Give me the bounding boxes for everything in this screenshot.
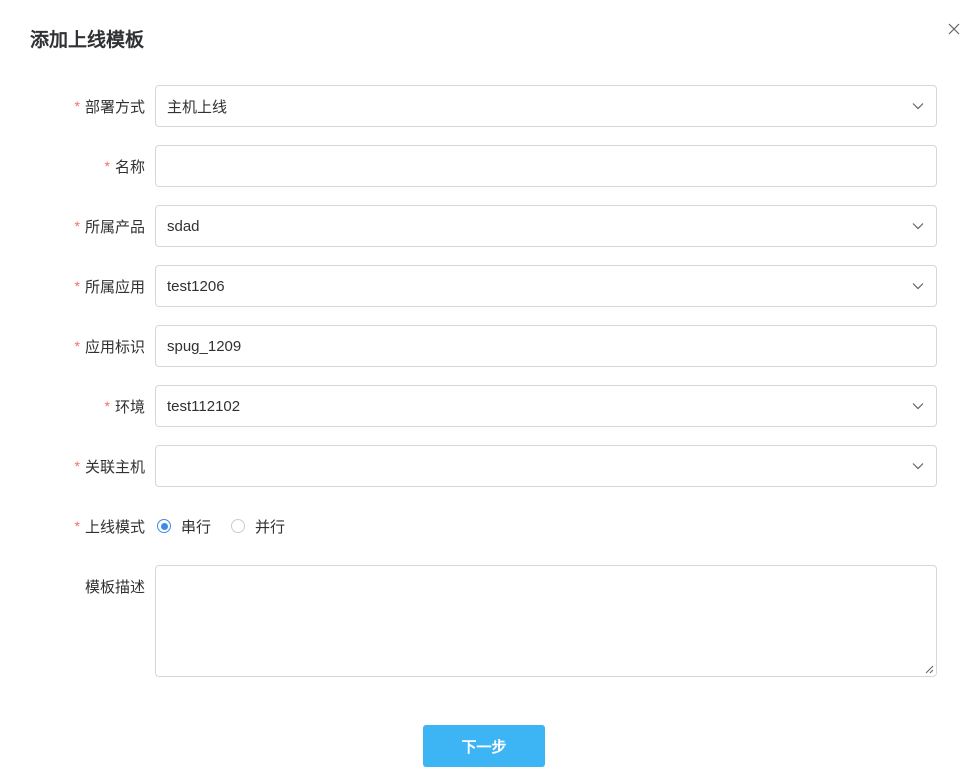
- product-label: * 所属产品: [74, 218, 145, 236]
- form-item-name: * 名称: [0, 145, 980, 187]
- form-item-app-identifier: * 应用标识 spug_1209: [0, 325, 980, 367]
- required-star: *: [104, 398, 110, 414]
- radio-parallel-label: 并行: [255, 518, 286, 536]
- application-select[interactable]: test1206: [155, 265, 937, 307]
- hosts-select[interactable]: [155, 445, 937, 487]
- deploy-mode-radio-group: 串行 并行: [157, 505, 305, 547]
- radio-serial-label: 串行: [181, 518, 212, 536]
- deploy-method-select[interactable]: 主机上线: [155, 85, 937, 127]
- radio-serial[interactable]: 串行: [157, 516, 211, 537]
- required-star: *: [74, 98, 80, 114]
- close-icon: [948, 23, 960, 35]
- required-star: *: [74, 278, 80, 294]
- radio-checked-icon: [157, 519, 171, 533]
- chevron-down-icon: [911, 459, 925, 473]
- form-item-description: 模板描述: [0, 565, 980, 677]
- form-item-deploy-mode: * 上线模式 串行 并行: [0, 505, 980, 547]
- required-star: *: [74, 458, 80, 474]
- chevron-down-icon: [911, 99, 925, 113]
- app-identifier-label: * 应用标识: [74, 338, 145, 356]
- deploy-method-value: 主机上线: [167, 98, 228, 116]
- environment-value: test112102: [167, 397, 241, 415]
- description-textarea[interactable]: [155, 565, 937, 677]
- dialog-title: 添加上线模板: [30, 30, 145, 51]
- app-identifier-input[interactable]: spug_1209: [155, 325, 937, 367]
- required-star: *: [74, 518, 80, 534]
- product-select[interactable]: sdad: [155, 205, 937, 247]
- environment-label: * 环境: [104, 398, 145, 416]
- required-star: *: [104, 158, 110, 174]
- name-input[interactable]: [155, 145, 937, 187]
- chevron-down-icon: [911, 279, 925, 293]
- form-item-application: * 所属应用 test1206: [0, 265, 980, 307]
- app-identifier-value: spug_1209: [167, 337, 242, 355]
- product-value: sdad: [167, 217, 200, 235]
- resize-handle-icon[interactable]: [924, 664, 934, 674]
- form-item-deploy-method: * 部署方式 主机上线: [0, 85, 980, 127]
- deploy-mode-label: * 上线模式: [74, 518, 145, 536]
- form-item-product: * 所属产品 sdad: [0, 205, 980, 247]
- radio-parallel[interactable]: 并行: [231, 516, 285, 537]
- chevron-down-icon: [911, 399, 925, 413]
- description-label: 模板描述: [84, 578, 145, 596]
- chevron-down-icon: [911, 219, 925, 233]
- deploy-method-label: * 部署方式: [74, 98, 145, 116]
- required-star: *: [74, 218, 80, 234]
- hosts-label: * 关联主机: [74, 458, 145, 476]
- environment-select[interactable]: test112102: [155, 385, 937, 427]
- form-item-environment: * 环境 test112102: [0, 385, 980, 427]
- application-value: test1206: [167, 277, 225, 295]
- next-step-button[interactable]: 下一步: [423, 725, 545, 767]
- form-item-hosts: * 关联主机: [0, 445, 980, 487]
- radio-unchecked-icon: [231, 519, 246, 533]
- close-button[interactable]: [944, 19, 964, 39]
- application-label: * 所属应用: [74, 278, 145, 296]
- name-label: * 名称: [104, 158, 145, 176]
- required-star: *: [74, 338, 80, 354]
